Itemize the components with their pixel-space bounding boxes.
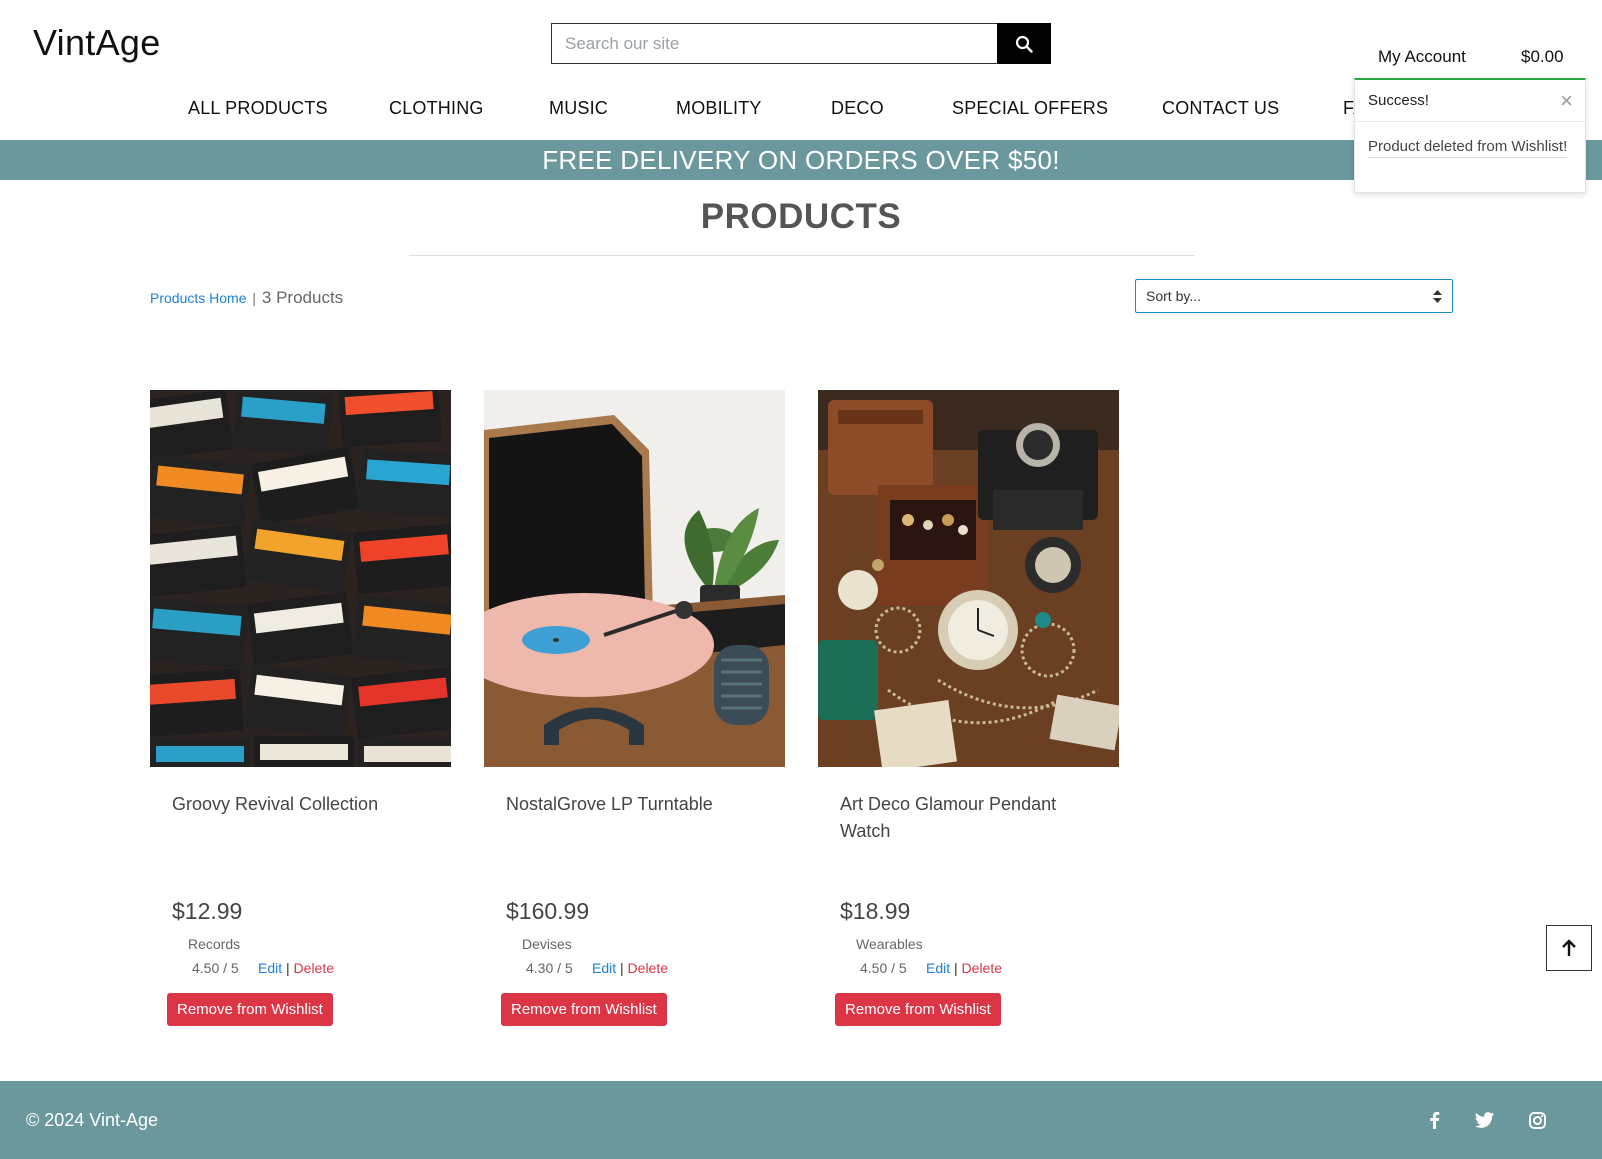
product-card: NostalGrove LP Turntable $160.99 Devises… [484,390,785,1026]
product-price: $18.99 [840,898,911,924]
action-separator: | [286,960,290,976]
edit-link[interactable]: Edit [926,960,950,976]
product-name[interactable]: NostalGrove LP Turntable [506,791,756,818]
product-category: Devises [522,936,572,952]
delete-link[interactable]: Delete [294,960,334,976]
product-admin-actions: Edit | Delete [258,960,334,976]
cart-total[interactable]: $0.00 [1521,47,1564,67]
product-name[interactable]: Art Deco Glamour Pendant Watch [840,791,1090,845]
product-category: Wearables [856,936,923,952]
nav-mobility[interactable]: MOBILITY [676,98,762,119]
nav-deco[interactable]: DECO [831,98,884,119]
product-image-vintage-jewelry[interactable] [818,390,1119,767]
product-rating: 4.30 / 5 [526,960,573,976]
sort-select[interactable]: Sort by... [1135,279,1453,313]
toast-message: Product deleted from Wishlist! [1368,138,1568,158]
toast-body: Product deleted from Wishlist! [1355,122,1585,158]
product-image-cassette-tapes[interactable] [150,390,451,767]
banner-text: FREE DELIVERY ON ORDERS OVER $50! [542,144,1060,175]
remove-from-wishlist-button[interactable]: Remove from Wishlist [167,993,333,1026]
nav-clothing[interactable]: CLOTHING [389,98,484,119]
action-separator: | [954,960,958,976]
product-count: 3 Products [261,288,344,307]
edit-link[interactable]: Edit [592,960,616,976]
search-button[interactable] [997,23,1051,64]
toast-header: Success! [1355,80,1585,122]
back-to-top-button[interactable] [1546,925,1592,971]
sort-arrows-icon [1433,289,1442,303]
product-image-record-player[interactable] [484,390,785,767]
product-price: $12.99 [172,898,243,924]
search-bar [551,23,1051,64]
product-category: Records [188,936,241,952]
search-input[interactable] [551,23,997,64]
breadcrumb-products-home[interactable]: Products Home [150,290,246,306]
delete-link[interactable]: Delete [628,960,668,976]
site-footer: © 2024 Vint-Age [0,1081,1602,1159]
product-rating: 4.50 / 5 [192,960,239,976]
arrow-up-icon [1562,939,1576,956]
site-logo[interactable]: VintAge [33,22,161,64]
copyright-text: © 2024 Vint-Age [26,1110,159,1130]
sort-select-value: Sort by... [1146,288,1201,304]
product-name[interactable]: Groovy Revival Collection [172,791,422,818]
toast-title: Success! [1368,92,1429,109]
success-toast: Success! × Product deleted from Wishlist… [1354,78,1586,193]
product-price: $160.99 [506,898,590,924]
product-admin-actions: Edit | Delete [926,960,1002,976]
breadcrumb: Products Home | 3 Products [150,288,343,308]
nav-special-offers[interactable]: SPECIAL OFFERS [952,98,1108,119]
breadcrumb-separator: | [252,290,257,306]
product-card: Groovy Revival Collection $12.99 Records… [150,390,451,1026]
product-admin-actions: Edit | Delete [592,960,668,976]
my-account-link[interactable]: My Account [1378,47,1466,67]
remove-from-wishlist-button[interactable]: Remove from Wishlist [835,993,1001,1026]
facebook-icon[interactable] [1422,1108,1446,1132]
nav-all-products[interactable]: ALL PRODUCTS [188,98,328,119]
nav-music[interactable]: MUSIC [549,98,608,119]
delete-link[interactable]: Delete [962,960,1002,976]
instagram-icon[interactable] [1525,1108,1549,1132]
twitter-icon[interactable] [1472,1108,1496,1132]
product-card: Art Deco Glamour Pendant Watch $18.99 We… [818,390,1119,1026]
action-separator: | [620,960,624,976]
page-title: PRODUCTS [700,197,902,236]
close-icon[interactable]: × [1560,88,1573,114]
edit-link[interactable]: Edit [258,960,282,976]
remove-from-wishlist-button[interactable]: Remove from Wishlist [501,993,667,1026]
product-rating: 4.50 / 5 [860,960,907,976]
nav-contact-us[interactable]: CONTACT US [1162,98,1279,119]
title-divider [409,255,1194,256]
search-icon [1015,35,1033,53]
